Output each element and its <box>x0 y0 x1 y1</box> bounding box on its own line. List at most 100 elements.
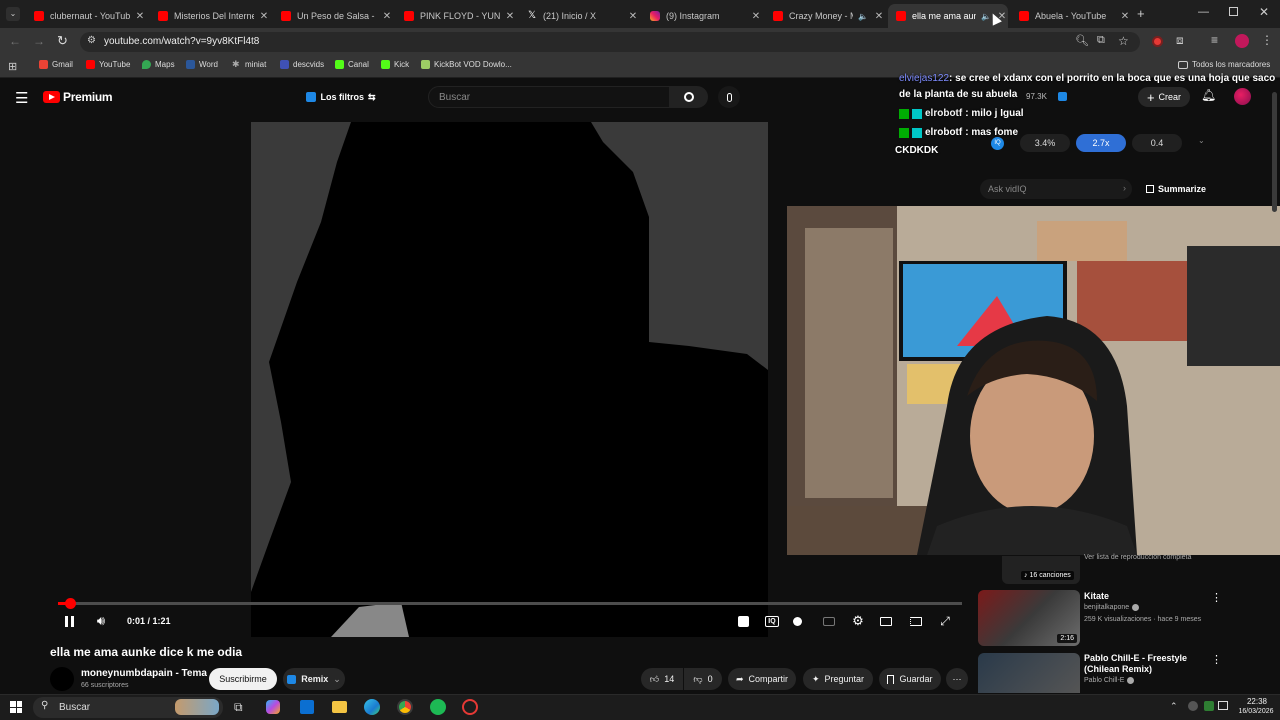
clock-time[interactable]: 22:38 <box>1240 697 1274 706</box>
bookmark-gmail[interactable]: Gmail <box>39 60 73 69</box>
install-app-icon[interactable]: ⧉ <box>1097 34 1105 47</box>
copilot-icon[interactable] <box>266 700 280 714</box>
pause-button[interactable] <box>62 613 76 629</box>
notifications-bell-icon[interactable]: 🔔︎ <box>1201 88 1216 102</box>
page-scrollbar[interactable] <box>1272 92 1277 212</box>
close-tab-icon[interactable]: ✕ <box>750 11 762 22</box>
tray-network-icon[interactable] <box>1204 701 1214 711</box>
tab-search-button[interactable]: ⌄ <box>6 7 20 21</box>
send-arrow-icon[interactable]: › <box>1123 183 1126 193</box>
autoplay-toggle-icon[interactable] <box>791 613 803 629</box>
dislike-button[interactable]: 👎︎ 0 <box>684 668 722 690</box>
site-info-icon[interactable]: ⚙ <box>87 35 96 46</box>
browser-menu-icon[interactable]: ⋮ <box>1261 33 1273 47</box>
share-button[interactable]: ➦ Compartir <box>728 668 796 690</box>
tray-chevron-icon[interactable]: ⌃ <box>1170 701 1178 712</box>
youtube-premium-logo[interactable]: Premium <box>43 90 113 104</box>
vidiq-iq-icon[interactable]: IQ <box>764 613 780 629</box>
vidiq-score-pill[interactable]: 0.4 <box>1132 134 1182 152</box>
bookmark-canal[interactable]: Canal <box>335 60 369 69</box>
filters-button[interactable]: Los filtros ⇆ <box>304 86 378 108</box>
bookmark-maps[interactable]: Maps <box>142 60 175 69</box>
tab-abuela[interactable]: Abuela - YouTube ✕ <box>1011 4 1131 28</box>
mute-tab-icon[interactable]: 🔈 <box>857 12 869 21</box>
progress-scrubber[interactable] <box>64 598 76 609</box>
vidiq-player-icon[interactable] <box>736 613 750 629</box>
extra-app-icon[interactable] <box>462 699 478 715</box>
apps-grid-icon[interactable]: ⊞ <box>8 60 17 73</box>
bookmark-word[interactable]: Word <box>186 60 218 69</box>
save-button[interactable]: Guardar <box>879 668 941 690</box>
tab-instagram[interactable]: (9) Instagram ✕ <box>642 4 762 28</box>
summarize-button[interactable]: Summarize <box>1146 184 1206 194</box>
task-view-icon[interactable]: ⧉ <box>234 700 243 715</box>
settings-gear-icon[interactable]: ⚙ <box>850 613 866 629</box>
tab-crazy-money[interactable]: Crazy Money - M 🔈 ✕ <box>765 4 885 28</box>
cast-icon[interactable] <box>909 613 923 629</box>
miniplayer-icon[interactable] <box>879 613 893 629</box>
bookmark-star-icon[interactable]: ☆ <box>1118 34 1129 48</box>
recommendation-title[interactable]: Pablo Chill-E - Freestyle (Chilean Remix… <box>1084 653 1204 675</box>
tray-display-icon[interactable] <box>1218 701 1228 710</box>
tab-clubernaut[interactable]: clubernaut - YouTube ✕ <box>26 4 146 28</box>
restore-window-icon[interactable] <box>1229 7 1238 16</box>
record-extension-icon[interactable] <box>1152 36 1163 47</box>
taskbar-search[interactable]: ⚲ Buscar <box>33 697 223 718</box>
windows-start-icon[interactable] <box>10 701 22 713</box>
all-bookmarks-button[interactable]: Todos los marcadores <box>1178 60 1270 69</box>
vidiq-toolbar-icon[interactable] <box>1058 92 1067 101</box>
subtitles-icon[interactable] <box>822 613 836 629</box>
like-button[interactable]: 👍︎ 14 <box>641 668 683 690</box>
clock-date[interactable]: 16/03/2026 <box>1234 708 1278 715</box>
close-tab-icon[interactable]: ✕ <box>504 11 516 22</box>
close-tab-icon[interactable]: ✕ <box>258 11 270 22</box>
video-player[interactable] <box>251 122 768 637</box>
tray-app-icon[interactable] <box>1188 701 1198 711</box>
close-tab-icon[interactable]: ✕ <box>134 11 146 22</box>
hamburger-menu-icon[interactable]: ☰ <box>15 89 28 107</box>
create-button[interactable]: + Crear <box>1138 87 1190 107</box>
video-progress-bar[interactable] <box>58 598 962 609</box>
bookmark-kick[interactable]: Kick <box>381 60 409 69</box>
channel-name[interactable]: moneynumbdapain - Tema <box>81 668 207 679</box>
close-tab-icon[interactable]: ✕ <box>1119 11 1131 22</box>
close-tab-icon[interactable]: ✕ <box>627 11 639 22</box>
reload-icon[interactable]: ↻ <box>57 33 68 49</box>
account-avatar[interactable] <box>1234 88 1251 105</box>
edge-icon[interactable] <box>364 699 380 715</box>
bookmark-miniat[interactable]: ✱ miniat <box>232 60 266 70</box>
recommendation-menu-icon[interactable]: ⋮ <box>1211 653 1222 666</box>
new-tab-button[interactable]: + <box>1137 6 1145 21</box>
search-input[interactable]: Buscar <box>428 86 670 108</box>
file-explorer-icon[interactable] <box>332 701 347 713</box>
forward-icon[interactable]: → <box>33 34 45 48</box>
zoom-icon[interactable]: 🔍︎ <box>1075 34 1089 47</box>
recommendation-title[interactable]: Kitate <box>1084 591 1109 601</box>
fullscreen-icon[interactable]: ⤢ <box>938 613 952 629</box>
profile-avatar[interactable] <box>1235 34 1249 48</box>
ask-vidiq-input[interactable]: Ask vidIQ › <box>980 179 1132 199</box>
extensions-icon[interactable]: ⧈ <box>1176 33 1184 48</box>
remix-button[interactable]: Remix ⌄ <box>283 668 345 690</box>
ask-button[interactable]: ✦ Preguntar <box>803 668 873 690</box>
tab-un-peso-de-salsa[interactable]: Un Peso de Salsa - Yo ✕ <box>273 4 393 28</box>
channel-avatar[interactable] <box>50 667 74 691</box>
vidiq-multiplier-pill[interactable]: 2.7x <box>1076 134 1126 152</box>
full-playlist-link[interactable]: Ver lista de reproducción completa <box>1084 554 1191 561</box>
store-icon[interactable] <box>300 700 314 714</box>
media-controls-icon[interactable]: ≡ <box>1211 33 1218 47</box>
recommendation-thumbnail[interactable]: 2:16 <box>978 590 1080 646</box>
bookmark-youtube[interactable]: YouTube <box>86 60 130 69</box>
subscribe-button[interactable]: Suscribirme <box>209 668 277 690</box>
tab-misterios[interactable]: Misterios Del Internet ✕ <box>150 4 270 28</box>
recommendation-thumbnail[interactable] <box>978 653 1080 693</box>
bookmark-kickbot[interactable]: KickBot VOD Dowlo... <box>421 60 512 69</box>
expand-chevron-icon[interactable]: ⌄ <box>1198 136 1205 145</box>
back-icon[interactable]: ← <box>9 34 21 48</box>
tab-pink-floyd[interactable]: PINK FLOYD - YUNG ✕ <box>396 4 516 28</box>
recommendation-menu-icon[interactable]: ⋮ <box>1211 591 1222 604</box>
chrome-icon[interactable] <box>397 699 413 715</box>
close-window-icon[interactable]: ✕ <box>1259 5 1269 19</box>
search-button[interactable] <box>670 86 708 108</box>
close-tab-icon[interactable]: ✕ <box>873 11 885 22</box>
